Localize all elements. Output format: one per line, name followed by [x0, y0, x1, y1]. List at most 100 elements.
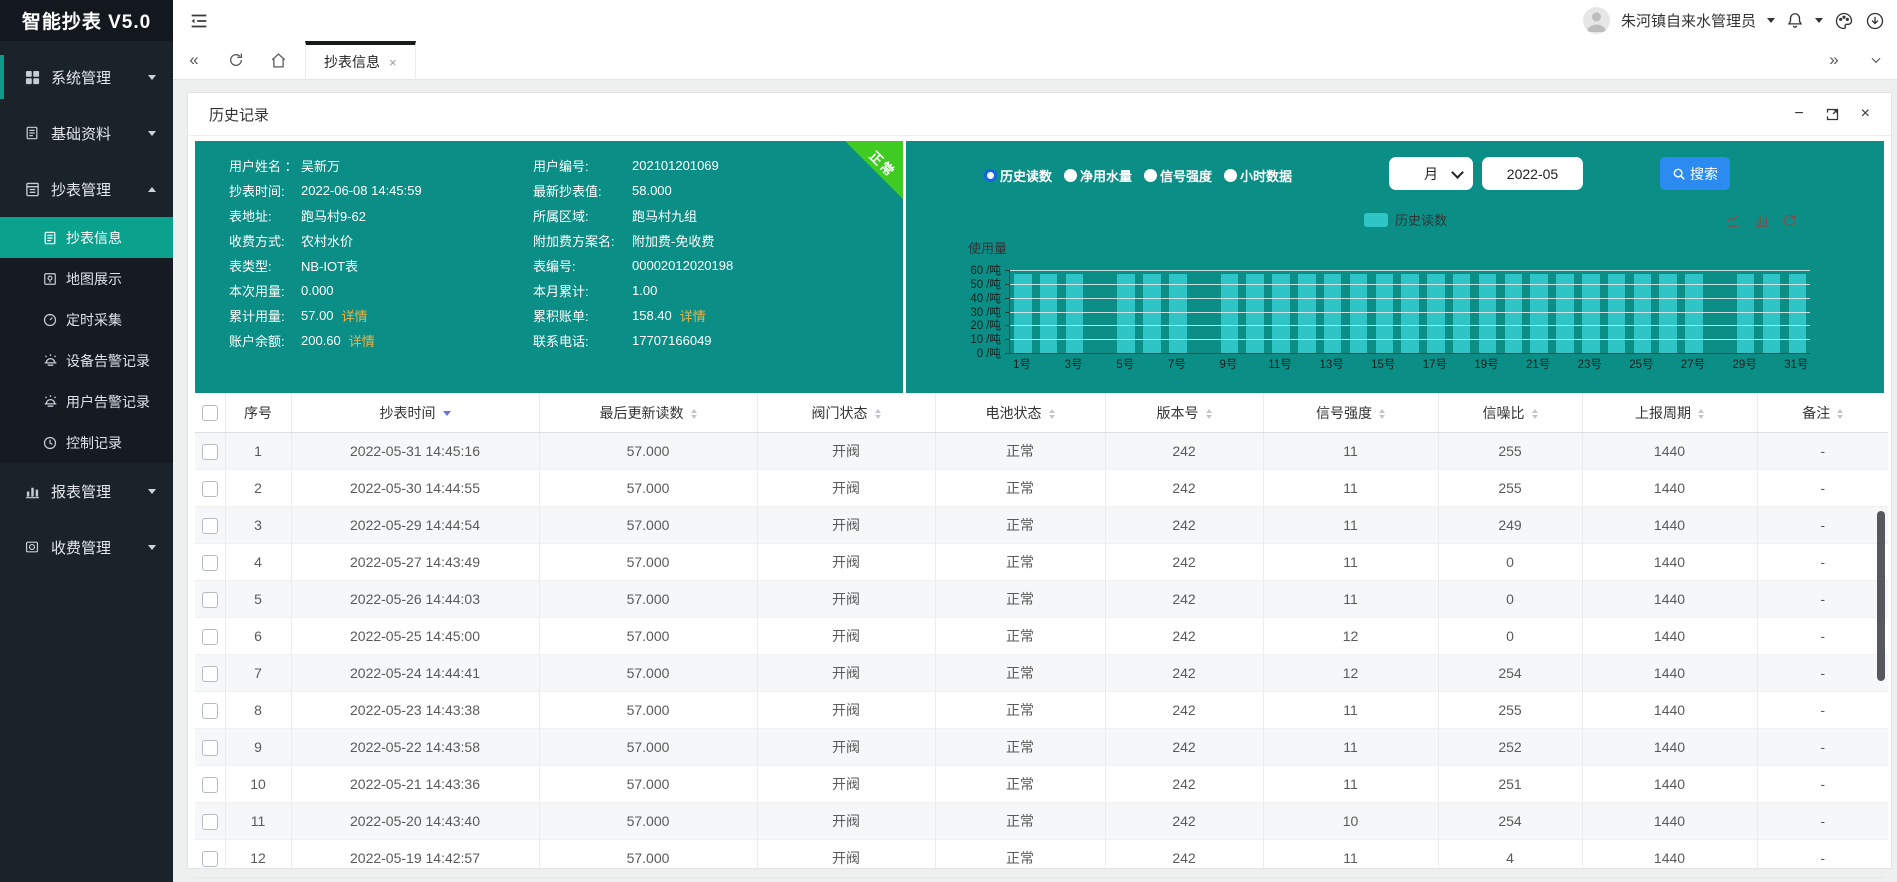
sort-icon[interactable] — [1531, 408, 1538, 419]
sidebar-item-系统管理[interactable]: 系统管理 — [0, 49, 173, 105]
period-select[interactable]: 月 — [1389, 157, 1473, 190]
bell-caret-icon[interactable] — [1815, 18, 1823, 23]
row-checkbox[interactable] — [201, 850, 218, 867]
sort-icon[interactable] — [1698, 408, 1704, 419]
bar[interactable] — [1659, 274, 1677, 353]
sidebar-item-控制记录[interactable]: 控制记录 — [0, 422, 173, 463]
sort-icon[interactable] — [1048, 408, 1055, 419]
column-header-序号[interactable]: 序号 — [225, 393, 292, 433]
sort-icon[interactable] — [1837, 408, 1844, 419]
tab-meter-info[interactable]: 抄表信息 × — [305, 40, 416, 80]
row-checkbox[interactable] — [201, 813, 218, 830]
radio-信号强度[interactable]: 信号强度 — [1144, 166, 1212, 185]
bar[interactable] — [1530, 274, 1548, 353]
sort-icon[interactable] — [1205, 408, 1212, 419]
column-header-电池状态[interactable]: 电池状态 — [935, 393, 1106, 433]
column-header-上报周期[interactable]: 上报周期 — [1582, 393, 1758, 433]
row-checkbox[interactable] — [201, 591, 218, 608]
bar[interactable] — [1582, 274, 1600, 353]
bar[interactable] — [1788, 274, 1807, 353]
user-name[interactable]: 朱河镇自来水管理员 — [1621, 10, 1756, 31]
home-icon[interactable] — [257, 41, 299, 79]
column-header-信号强度[interactable]: 信号强度 — [1263, 393, 1439, 433]
sidebar-item-定时采集[interactable]: 定时采集 — [0, 299, 173, 340]
close-icon[interactable]: × — [1861, 105, 1870, 123]
row-checkbox[interactable] — [201, 739, 218, 756]
bar[interactable] — [1762, 274, 1781, 353]
row-checkbox[interactable] — [201, 443, 218, 460]
bar[interactable] — [1117, 274, 1135, 353]
search-button[interactable]: 搜索 — [1660, 157, 1730, 190]
download-icon[interactable] — [1865, 11, 1885, 31]
bar[interactable] — [1169, 274, 1187, 353]
row-checkbox[interactable] — [201, 776, 218, 793]
sidebar-item-用户告警记录[interactable]: 用户告警记录 — [0, 381, 173, 422]
bar[interactable] — [1427, 274, 1445, 353]
bar[interactable] — [1220, 274, 1239, 353]
bar[interactable] — [1607, 274, 1626, 353]
chart-legend[interactable]: 历史读数 — [1364, 210, 1447, 229]
sidebar-item-地图展示[interactable]: 地图展示 — [0, 258, 173, 299]
row-checkbox[interactable] — [201, 517, 218, 534]
radio-小时数据[interactable]: 小时数据 — [1224, 166, 1292, 185]
column-header-信噪比[interactable]: 信噪比 — [1438, 393, 1583, 433]
collapse-tabs-icon[interactable]: « — [173, 41, 215, 79]
tab-menu-caret-icon[interactable] — [1855, 53, 1897, 67]
bar[interactable] — [1401, 274, 1419, 353]
row-checkbox[interactable] — [201, 665, 218, 682]
radio-净用水量[interactable]: 净用水量 — [1064, 166, 1132, 185]
bar[interactable] — [1685, 274, 1703, 353]
table-scrollbar[interactable] — [1877, 511, 1885, 681]
detail-link[interactable]: 详情 — [349, 331, 375, 350]
user-avatar[interactable] — [1582, 7, 1610, 34]
bar[interactable] — [1633, 274, 1652, 353]
bar[interactable] — [1065, 274, 1084, 353]
bar-chart-icon[interactable] — [1754, 213, 1769, 228]
row-checkbox[interactable] — [201, 480, 218, 497]
tab-close-icon[interactable]: × — [389, 55, 397, 70]
sidebar-item-抄表信息[interactable]: 抄表信息 — [0, 217, 173, 258]
column-header-最后更新读数[interactable]: 最后更新读数 — [539, 393, 758, 433]
row-checkbox[interactable] — [201, 628, 218, 645]
user-caret-icon[interactable] — [1767, 18, 1775, 23]
bar[interactable] — [1298, 274, 1316, 353]
sidebar-item-抄表管理[interactable]: 抄表管理 — [0, 161, 173, 217]
column-header-阀门状态[interactable]: 阀门状态 — [757, 393, 936, 433]
column-header-版本号[interactable]: 版本号 — [1105, 393, 1264, 433]
bar[interactable] — [1452, 274, 1471, 353]
detail-link[interactable]: 详情 — [680, 306, 706, 325]
sort-icon[interactable] — [1379, 408, 1385, 419]
sidebar-item-收费管理[interactable]: 收费管理 — [0, 519, 173, 575]
select-all-checkbox[interactable] — [201, 405, 218, 422]
minimize-icon[interactable]: − — [1794, 105, 1803, 123]
detail-link[interactable]: 详情 — [342, 306, 368, 325]
bar[interactable] — [1014, 274, 1032, 353]
sidebar-item-报表管理[interactable]: 报表管理 — [0, 463, 173, 519]
bar[interactable] — [1478, 274, 1497, 353]
sort-desc-icon[interactable] — [442, 411, 451, 417]
bar[interactable] — [1272, 274, 1290, 353]
date-input[interactable] — [1482, 157, 1583, 190]
bar[interactable] — [1039, 274, 1058, 353]
bar[interactable] — [1143, 274, 1161, 353]
menu-fold-icon[interactable] — [188, 10, 210, 32]
bar[interactable] — [1246, 274, 1264, 353]
expand-tabs-icon[interactable]: » — [1813, 50, 1855, 70]
palette-icon[interactable] — [1834, 11, 1854, 31]
sidebar-item-基础资料[interactable]: 基础资料 — [0, 105, 173, 161]
sort-icon[interactable] — [874, 408, 881, 419]
fullscreen-icon[interactable] — [1825, 107, 1840, 122]
line-chart-icon[interactable] — [1726, 213, 1741, 228]
restore-icon[interactable] — [1782, 213, 1797, 228]
bar[interactable] — [1736, 274, 1755, 353]
sidebar-item-设备告警记录[interactable]: 设备告警记录 — [0, 340, 173, 381]
sort-icon[interactable] — [690, 408, 697, 419]
column-header-备注[interactable]: 备注 — [1757, 393, 1888, 433]
row-checkbox[interactable] — [201, 554, 218, 571]
row-checkbox[interactable] — [201, 702, 218, 719]
radio-历史读数[interactable]: 历史读数 — [984, 166, 1052, 185]
bar[interactable] — [1349, 274, 1368, 353]
column-header-抄表时间[interactable]: 抄表时间 — [291, 393, 540, 433]
refresh-icon[interactable] — [215, 41, 257, 79]
bell-icon[interactable] — [1786, 11, 1804, 30]
